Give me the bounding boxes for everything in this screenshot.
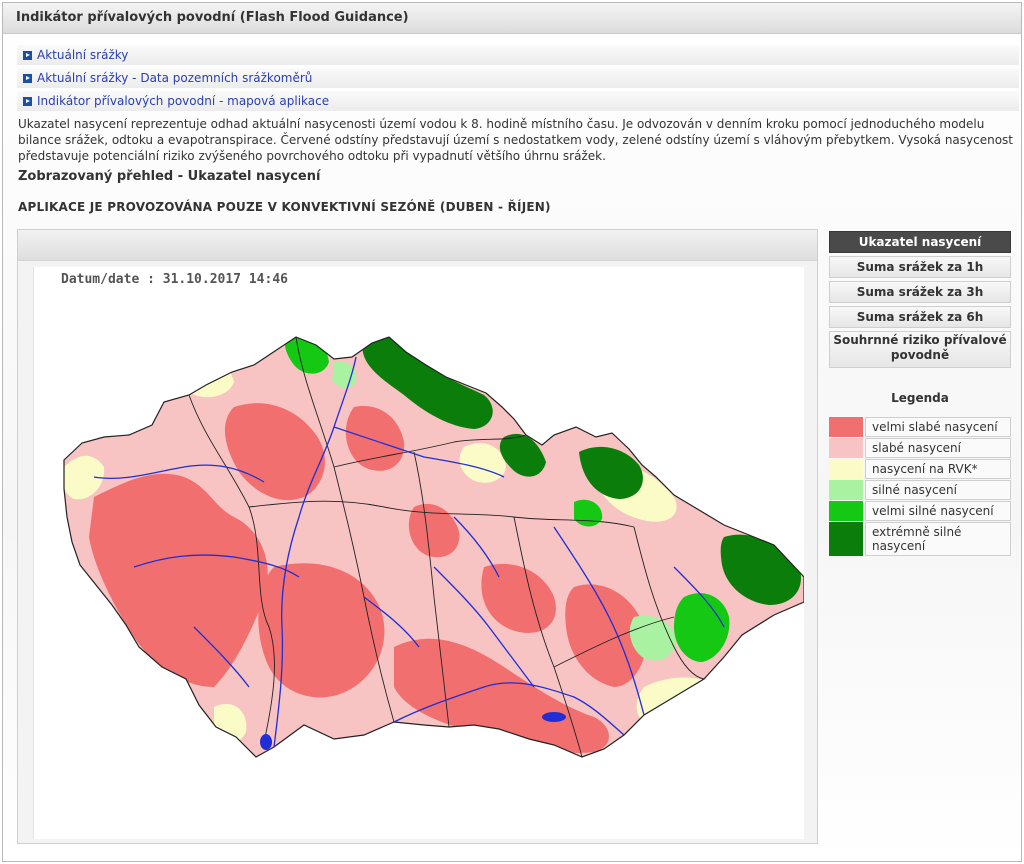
link-label: Indikátor přívalových povodní - mapová a…	[37, 94, 330, 108]
legend: velmi slabé nasycení slabé nasycení nasy…	[829, 417, 1011, 556]
legend-item: velmi slabé nasycení	[829, 417, 1011, 437]
legend-item: velmi silné nasycení	[829, 501, 1011, 521]
legend-swatch	[829, 417, 863, 437]
tab-precip-3h[interactable]: Suma srážek za 3h	[829, 281, 1011, 303]
arrow-right-icon	[23, 74, 32, 83]
legend-item: nasycení na RVK*	[829, 459, 1011, 479]
legend-swatch	[829, 522, 863, 556]
arrow-right-icon	[23, 51, 32, 60]
legend-label: extrémně silné nasycení	[865, 522, 1011, 556]
window-title: Indikátor přívalových povodní (Flash Flo…	[3, 3, 1021, 34]
sidebar: Ukazatel nasycení Suma srážek za 1h Suma…	[829, 231, 1011, 557]
arrow-right-icon	[23, 97, 32, 106]
legend-item: slabé nasycení	[829, 438, 1011, 458]
link-label: Aktuální srážky - Data pozemních srážkom…	[37, 71, 313, 85]
legend-swatch	[829, 501, 863, 521]
section-heading: Zobrazovaný přehled - Ukazatel nasycení	[18, 169, 321, 184]
legend-label: nasycení na RVK*	[865, 459, 1011, 479]
reservoir	[542, 712, 566, 722]
map-panel-header	[18, 230, 817, 261]
legend-label: slabé nasycení	[865, 438, 1011, 458]
legend-item: silné nasycení	[829, 480, 1011, 500]
tab-saturation-indicator[interactable]: Ukazatel nasycení	[829, 231, 1011, 253]
legend-swatch	[829, 438, 863, 458]
tab-flash-flood-risk[interactable]: Souhrnné riziko přívalové povodně	[829, 331, 1011, 368]
legend-label: silné nasycení	[865, 480, 1011, 500]
czech-republic-map	[63, 336, 804, 758]
legend-label: velmi silné nasycení	[865, 501, 1011, 521]
legend-swatch	[829, 480, 863, 500]
saturation-fill	[64, 337, 804, 757]
legend-title: Legenda	[891, 391, 949, 405]
link-current-precipitation[interactable]: Aktuální srážky	[17, 45, 1019, 65]
tab-precip-6h[interactable]: Suma srážek za 6h	[829, 306, 1011, 328]
link-label: Aktuální srážky	[37, 48, 129, 62]
season-notice: APLIKACE JE PROVOZOVÁNA POUZE V KONVEKTI…	[18, 200, 551, 214]
description-text: Ukazatel nasycení reprezentuje odhad akt…	[18, 117, 1014, 163]
legend-item: extrémně silné nasycení	[829, 522, 1011, 556]
legend-label: velmi slabé nasycení	[865, 417, 1011, 437]
map-panel: Datum/date : 31.10.2017 14:46	[17, 229, 818, 844]
link-map-application[interactable]: Indikátor přívalových povodní - mapová a…	[17, 91, 1019, 111]
reservoir	[260, 734, 272, 750]
saturation-map[interactable]: Datum/date : 31.10.2017 14:46	[33, 267, 804, 839]
tab-precip-1h[interactable]: Suma srážek za 1h	[829, 256, 1011, 278]
link-rain-gauge-data[interactable]: Aktuální srážky - Data pozemních srážkom…	[17, 68, 1019, 88]
link-list: Aktuální srážky Aktuální srážky - Data p…	[17, 45, 1019, 114]
main-window: Indikátor přívalových povodní (Flash Flo…	[2, 2, 1022, 862]
legend-swatch	[829, 459, 863, 479]
